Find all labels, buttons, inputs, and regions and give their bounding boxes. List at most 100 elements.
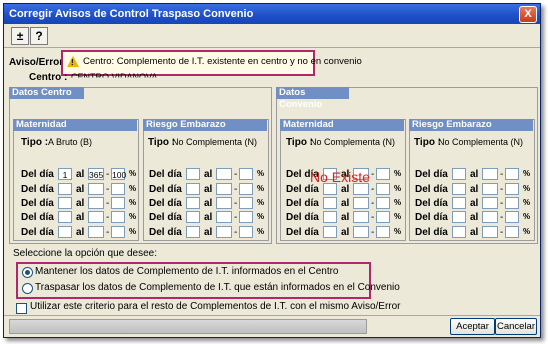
- day-to-input[interactable]: [88, 211, 104, 223]
- day-to-input[interactable]: [88, 183, 104, 195]
- percent-sign: %: [394, 184, 402, 193]
- day-to-input[interactable]: [353, 226, 369, 238]
- day-from-input[interactable]: [58, 226, 72, 238]
- percent-sign: %: [129, 169, 137, 178]
- day-to-input[interactable]: [88, 197, 104, 209]
- title-bar[interactable]: Corregir Avisos de Control Traspaso Conv…: [4, 4, 540, 24]
- day-to-input[interactable]: [482, 168, 498, 180]
- percent-input[interactable]: [505, 168, 519, 180]
- percent-input[interactable]: [505, 211, 519, 223]
- day-from-input[interactable]: [58, 211, 72, 223]
- day-to-input[interactable]: [353, 211, 369, 223]
- percent-input[interactable]: [376, 226, 390, 238]
- expand-button[interactable]: ±: [11, 27, 29, 45]
- aviso-text: Centro: Complemento de I.T. existente en…: [83, 56, 362, 67]
- percent-input[interactable]: [376, 211, 390, 223]
- row-sep: -: [500, 198, 504, 209]
- bottom-divider: [4, 315, 540, 316]
- day-to-input[interactable]: [216, 211, 232, 223]
- row-label: Del día: [149, 227, 182, 238]
- close-button[interactable]: X: [519, 6, 537, 23]
- row-al-label: al: [204, 169, 213, 180]
- day-from-input[interactable]: [452, 226, 466, 238]
- row-al-label: al: [76, 212, 85, 223]
- day-from-input[interactable]: [452, 168, 466, 180]
- row-sep: -: [106, 184, 110, 195]
- criterio-checkbox[interactable]: [16, 303, 27, 314]
- row-label: Del día: [149, 212, 182, 223]
- percent-input[interactable]: [239, 168, 253, 180]
- convenio-maternidad-title: Maternidad: [280, 119, 404, 131]
- day-to-input[interactable]: [216, 197, 232, 209]
- percent-input[interactable]: [505, 197, 519, 209]
- day-to-input[interactable]: [482, 183, 498, 195]
- row-al-label: al: [76, 198, 85, 209]
- percent-input[interactable]: [239, 183, 253, 195]
- percent-input[interactable]: 100: [111, 168, 126, 180]
- row-sep: -: [234, 227, 238, 238]
- row-sep: -: [371, 212, 375, 223]
- day-from-input[interactable]: [323, 211, 337, 223]
- percent-input[interactable]: [111, 226, 125, 238]
- row-label: Del día: [286, 198, 319, 209]
- percent-input[interactable]: [239, 197, 253, 209]
- percent-sign: %: [523, 184, 531, 193]
- row-sep: -: [106, 198, 110, 209]
- day-from-input[interactable]: [186, 211, 200, 223]
- day-to-input[interactable]: [482, 211, 498, 223]
- cancel-button[interactable]: Cancelar: [495, 318, 537, 335]
- day-from-input[interactable]: 1: [58, 168, 72, 180]
- row-sep: -: [106, 169, 110, 180]
- percent-input[interactable]: [239, 226, 253, 238]
- day-to-input[interactable]: [216, 226, 232, 238]
- percent-input[interactable]: [111, 197, 125, 209]
- row-label: Del día: [415, 227, 448, 238]
- day-to-input[interactable]: [216, 168, 232, 180]
- day-from-input[interactable]: [186, 226, 200, 238]
- day-from-input[interactable]: [186, 183, 200, 195]
- row-sep: -: [234, 169, 238, 180]
- day-to-input[interactable]: [216, 183, 232, 195]
- percent-input[interactable]: [505, 226, 519, 238]
- row-sep: -: [371, 198, 375, 209]
- accept-button[interactable]: Aceptar: [450, 318, 495, 335]
- centro-maternidad-title: Maternidad: [13, 119, 137, 131]
- row-sep: -: [500, 169, 504, 180]
- day-from-input[interactable]: [452, 197, 466, 209]
- percent-input[interactable]: [111, 211, 125, 223]
- option-mantener-radio[interactable]: [22, 267, 33, 278]
- day-to-input[interactable]: 365: [88, 168, 104, 180]
- percent-input[interactable]: [376, 197, 390, 209]
- day-from-input[interactable]: [323, 197, 337, 209]
- day-from-input[interactable]: [58, 197, 72, 209]
- percent-input[interactable]: [239, 211, 253, 223]
- day-from-input[interactable]: [452, 211, 466, 223]
- day-to-input[interactable]: [88, 226, 104, 238]
- percent-sign: %: [394, 212, 402, 221]
- convenio-mat-tipo-value: No Complementa (N): [310, 137, 396, 147]
- window-title: Corregir Avisos de Control Traspaso Conv…: [9, 8, 254, 20]
- percent-input[interactable]: [376, 183, 390, 195]
- row-label: Del día: [21, 212, 54, 223]
- percent-input[interactable]: [505, 183, 519, 195]
- option-traspasar-label[interactable]: Traspasar los datos de Complemento de I.…: [35, 282, 400, 293]
- day-to-input[interactable]: [353, 197, 369, 209]
- option-traspasar-radio[interactable]: [22, 283, 33, 294]
- help-button[interactable]: ?: [30, 27, 48, 45]
- option-mantener-label[interactable]: Mantener los datos de Complemento de I.T…: [35, 266, 339, 277]
- day-to-input[interactable]: [482, 197, 498, 209]
- centro-label: Centro :: [29, 72, 68, 83]
- day-from-input[interactable]: [452, 183, 466, 195]
- percent-sign: %: [394, 227, 402, 236]
- day-from-input[interactable]: [323, 226, 337, 238]
- day-to-input[interactable]: [482, 226, 498, 238]
- row-al-label: al: [341, 184, 350, 195]
- day-from-input[interactable]: [186, 168, 200, 180]
- row-sep: -: [106, 227, 110, 238]
- row-al-label: al: [204, 198, 213, 209]
- percent-input[interactable]: [111, 183, 125, 195]
- percent-input[interactable]: [376, 168, 390, 180]
- day-from-input[interactable]: [58, 183, 72, 195]
- criterio-label[interactable]: Utilizar este criterio para el resto de …: [30, 301, 401, 312]
- day-from-input[interactable]: [186, 197, 200, 209]
